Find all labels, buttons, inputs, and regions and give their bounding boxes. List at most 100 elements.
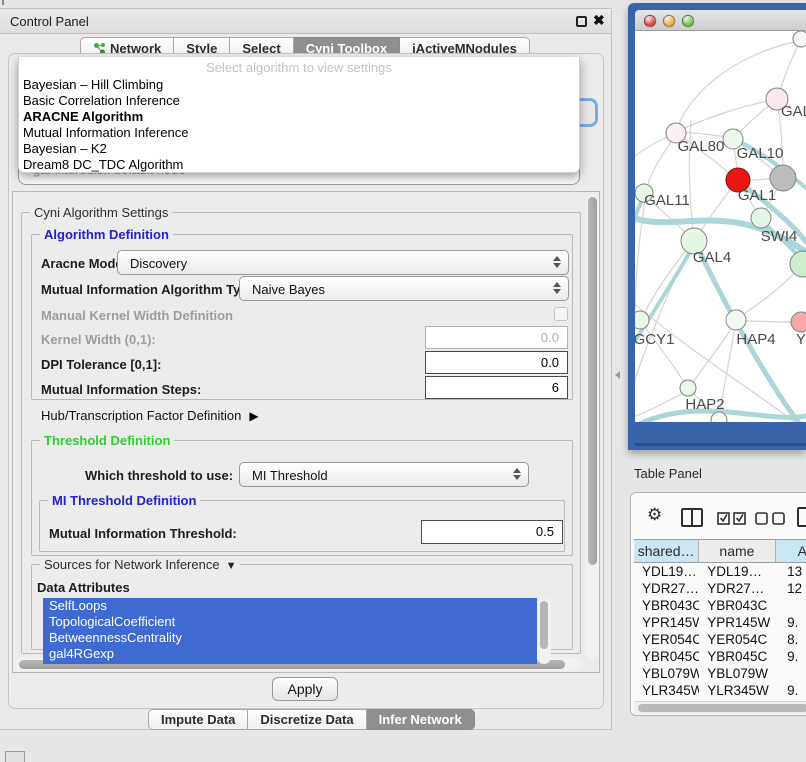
mi-threshold-definition-title: MI Threshold Definition bbox=[48, 493, 200, 508]
column-header-name[interactable]: name bbox=[699, 540, 775, 562]
algorithm-option-aracne-algorithm[interactable]: ARACNE Algorithm bbox=[19, 109, 579, 125]
cyni-algorithm-settings-title: Cyni Algorithm Settings bbox=[30, 205, 172, 220]
stepper-icon bbox=[553, 256, 561, 268]
network-edge[interactable] bbox=[690, 322, 736, 386]
table-row[interactable]: YPR145WYPR145W9. bbox=[634, 614, 806, 631]
vertical-scrollbar[interactable] bbox=[586, 194, 599, 660]
table-row[interactable]: YER054CYER054C8. bbox=[634, 631, 806, 648]
attribute-item-gal4rgexp[interactable]: gal4RGexp bbox=[43, 646, 537, 662]
network-edge[interactable] bbox=[642, 243, 692, 318]
manual-kernel-checkbox[interactable] bbox=[554, 307, 568, 321]
table-row[interactable]: YBR043CYBR043C bbox=[634, 597, 806, 614]
network-node[interactable] bbox=[726, 310, 746, 330]
column-header-a[interactable]: A bbox=[776, 540, 806, 562]
data-attributes-list[interactable]: SelfLoopsTopologicalCoefficientBetweenne… bbox=[43, 598, 537, 664]
page-icon[interactable] bbox=[797, 507, 806, 527]
aracne-mode-combo[interactable]: Discovery bbox=[117, 250, 569, 275]
table-row[interactable]: YDL19…YDL19…13 bbox=[634, 563, 806, 580]
attributes-scrollbar-thumb[interactable] bbox=[540, 601, 548, 649]
table-horizontal-scrollbar[interactable] bbox=[634, 701, 806, 714]
tab-impute-data[interactable]: Impute Data bbox=[148, 709, 248, 730]
dpi-tolerance-field[interactable]: 0.0 bbox=[425, 351, 568, 374]
mi-threshold-field[interactable]: 0.5 bbox=[421, 520, 563, 544]
tab-infer-network[interactable]: Infer Network bbox=[367, 709, 475, 730]
splitter-arrow-icon[interactable] bbox=[615, 371, 620, 379]
gear-icon[interactable]: ⚙ bbox=[647, 505, 662, 525]
table-cell: YPR145W bbox=[634, 615, 699, 630]
sources-title: Sources for Network Inference bbox=[44, 557, 220, 572]
hub-definition-toggle[interactable]: Hub/Transcription Factor Definition▶ bbox=[41, 408, 259, 423]
screen: Control Panel ✖ NetworkStyleSelectCyni T… bbox=[0, 0, 806, 762]
network-node[interactable] bbox=[680, 380, 696, 396]
table-cell: YBR043C bbox=[634, 598, 699, 613]
columns-icon[interactable] bbox=[681, 508, 703, 527]
close-icon[interactable]: ✖ bbox=[593, 12, 605, 29]
table-row[interactable]: YBL079WYBL079W bbox=[634, 665, 806, 682]
mi-algorithm-type-combo[interactable]: Naive Bayes bbox=[239, 276, 569, 301]
algorithm-option-bayesian-hill-climbing[interactable]: Bayesian – Hill Climbing bbox=[19, 77, 579, 93]
mi-steps-label: Mutual Information Steps: bbox=[41, 382, 201, 397]
threshold-definition-title: Threshold Definition bbox=[40, 433, 174, 448]
corner-grip-icon[interactable] bbox=[5, 751, 25, 762]
algorithm-option-bayesian-k2[interactable]: Bayesian – K2 bbox=[19, 141, 579, 157]
network-node[interactable] bbox=[791, 312, 806, 332]
collapsed-arrow-icon: ▶ bbox=[249, 409, 258, 423]
kernel-width-label: Kernel Width (0,1): bbox=[41, 332, 156, 347]
which-threshold-value: MI Threshold bbox=[252, 468, 328, 483]
network-canvas[interactable]: GALGAL80GAL10GAL1SWI4GAL11GAL4GCY1HAP4YH… bbox=[635, 31, 806, 422]
mac-minimize-icon[interactable] bbox=[663, 15, 675, 27]
mac-zoom-icon[interactable] bbox=[682, 15, 694, 27]
algorithm-dropdown-hint: Select algorithm to view settings bbox=[19, 57, 579, 77]
table-cell: YBL079W bbox=[634, 666, 699, 681]
algorithm-option-basic-correlation-inference[interactable]: Basic Correlation Inference bbox=[19, 93, 579, 109]
apply-button[interactable]: Apply bbox=[272, 677, 338, 701]
node-label-hap2: HAP2 bbox=[685, 396, 724, 413]
node-label-gal80: GAL80 bbox=[678, 138, 725, 155]
table-row[interactable]: YDR27…YDR27…12 bbox=[634, 580, 806, 597]
network-node[interactable] bbox=[793, 31, 806, 47]
mac-close-icon[interactable] bbox=[644, 15, 656, 27]
kernel-width-field[interactable]: 0.0 bbox=[425, 326, 568, 349]
network-window-titlebar[interactable] bbox=[635, 10, 806, 31]
network-edge[interactable] bbox=[678, 99, 777, 131]
vertical-scrollbar-thumb[interactable] bbox=[588, 197, 597, 565]
mi-steps-field[interactable]: 6 bbox=[425, 376, 568, 399]
sources-toggle[interactable]: Sources for Network Inference▼ bbox=[40, 557, 240, 572]
stepper-icon bbox=[513, 468, 521, 480]
select-all-icon[interactable] bbox=[717, 512, 747, 525]
attribute-item-betweennesscentrality[interactable]: BetweennessCentrality bbox=[43, 630, 537, 646]
table-scrollbar-thumb[interactable] bbox=[638, 704, 806, 712]
attribute-item-topologicalcoefficient[interactable]: TopologicalCoefficient bbox=[43, 614, 537, 630]
table-cell: YER054C bbox=[699, 632, 775, 647]
table-cell: 12 bbox=[775, 581, 806, 596]
network-node[interactable] bbox=[790, 251, 806, 277]
node-label-gal: GAL bbox=[781, 103, 806, 120]
cyni-bottom-tabs: Impute DataDiscretize DataInfer Network bbox=[148, 709, 475, 730]
network-node[interactable] bbox=[635, 311, 649, 329]
column-header-shared[interactable]: shared… bbox=[634, 540, 699, 562]
network-edge[interactable] bbox=[646, 135, 676, 191]
table-cell: YDL19… bbox=[699, 564, 775, 579]
attributes-list-scrollbar[interactable] bbox=[537, 598, 551, 664]
node-label-gal10: GAL10 bbox=[737, 145, 784, 162]
table-cell: 9. bbox=[775, 649, 806, 664]
network-edge[interactable] bbox=[738, 321, 799, 322]
table-row[interactable]: YLR345WYLR345W9. bbox=[634, 682, 806, 699]
control-panel-title: Control Panel bbox=[10, 14, 89, 29]
algorithm-option-dream8-dc-tdc-algorithm[interactable]: Dream8 DC_TDC Algorithm bbox=[19, 157, 579, 173]
attribute-item-selfloops[interactable]: SelfLoops bbox=[43, 598, 537, 614]
table-cell: YLR345W bbox=[699, 683, 775, 698]
which-threshold-combo[interactable]: MI Threshold bbox=[239, 462, 529, 487]
algorithm-option-mutual-information-inference[interactable]: Mutual Information Inference bbox=[19, 125, 579, 141]
mi-algorithm-type-value: Naive Bayes bbox=[252, 282, 325, 297]
deselect-all-icon[interactable] bbox=[755, 512, 787, 525]
table-cell: YBR045C bbox=[634, 649, 699, 664]
table-row[interactable]: YBR045CYBR045C9. bbox=[634, 648, 806, 665]
node-label-swi4: SWI4 bbox=[761, 228, 798, 245]
table-cell: 9. bbox=[775, 683, 806, 698]
tab-discretize-data[interactable]: Discretize Data bbox=[248, 709, 366, 730]
float-window-icon[interactable] bbox=[576, 16, 587, 27]
network-node[interactable] bbox=[751, 208, 771, 228]
which-threshold-label: Which threshold to use: bbox=[85, 468, 233, 483]
table-panel-title: Table Panel bbox=[634, 466, 702, 481]
